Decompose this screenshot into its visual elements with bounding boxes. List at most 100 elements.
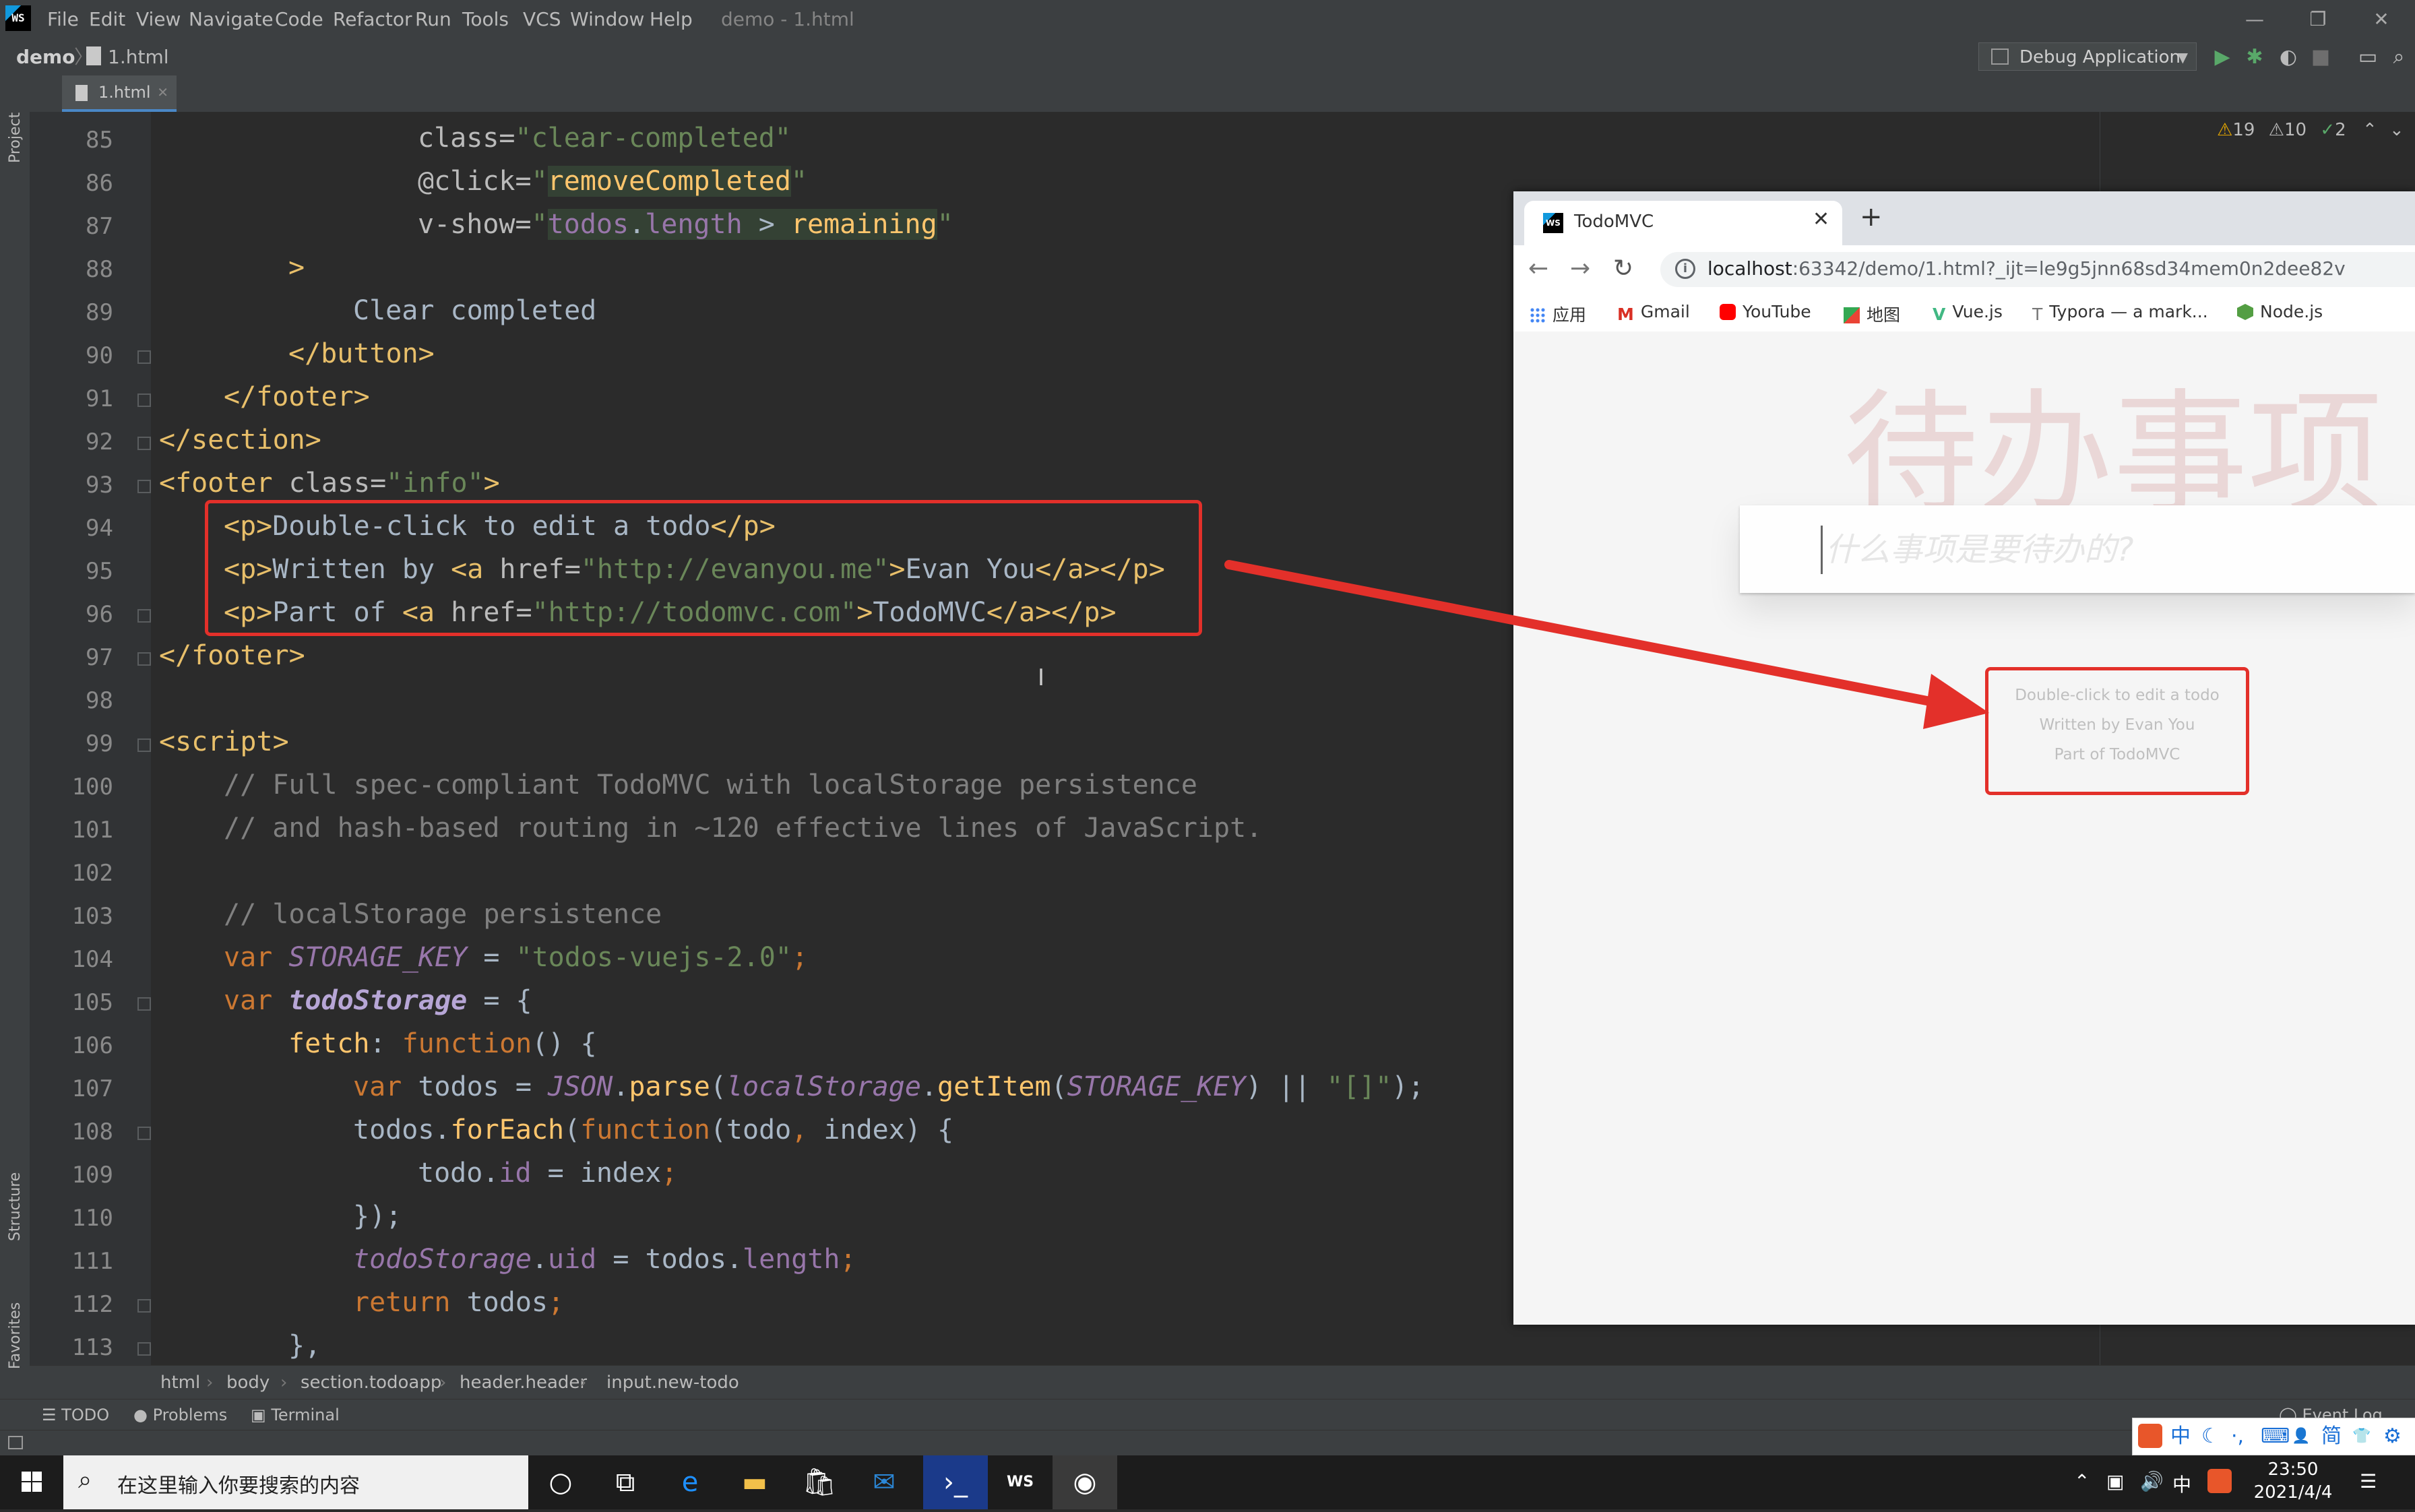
project-tool-tab[interactable]: Project [7,113,24,163]
browser-tab[interactable]: WS TodoMVC ✕ [1524,201,1842,245]
crumb-section[interactable]: section.todoapp [301,1366,441,1399]
webstorm-taskbar-icon[interactable]: WS [988,1455,1053,1509]
sogou-tray-icon[interactable] [2207,1469,2232,1493]
fold-marker-icon[interactable] [137,350,151,364]
terminal-tab[interactable]: ▣ Terminal [251,1399,340,1430]
menu-edit[interactable]: Edit [89,0,125,38]
address-bar[interactable]: i localhost:63342/demo/1.html?_ijt=le9g5… [1660,252,2415,287]
close-tab-icon[interactable]: ✕ [1813,208,1829,231]
stop-icon[interactable]: ■ [2307,44,2334,71]
taskbar-clock[interactable]: 23:50 2021/4/4 [2249,1458,2337,1504]
line-number: 99 [86,730,113,757]
network-icon[interactable]: ▣ [2106,1470,2124,1492]
sogou-icon[interactable] [2138,1424,2162,1448]
line-number: 90 [86,342,113,369]
crumb-header[interactable]: header.header [460,1366,587,1399]
ime-moon-icon[interactable]: ☾ [2201,1418,2220,1455]
powershell-icon[interactable]: ›_ [923,1455,988,1509]
chevron-up-icon[interactable]: ⌃ [2362,120,2377,140]
menu-vcs[interactable]: VCS [523,0,561,38]
skin-icon[interactable]: 👕 [2352,1418,2371,1455]
taskbar-search[interactable]: ⌕ 在这里输入你要搜索的内容 [63,1455,528,1509]
tray-lang-indicator[interactable]: 中 [2172,1470,2191,1497]
problems-tab[interactable]: ● Problems [133,1399,227,1430]
ime-chinese-mode[interactable]: 中 [2170,1418,2191,1455]
fold-marker-icon[interactable] [137,997,151,1011]
menu-navigate[interactable]: Navigate [189,0,274,38]
file-explorer-icon[interactable]: ▬ [722,1455,787,1509]
user-icon[interactable]: 👤 [2292,1418,2310,1455]
structure-tool-tab[interactable]: Structure [7,1172,24,1241]
tray-chevron-up-icon[interactable]: ⌃ [2074,1470,2090,1492]
ime-simplified-mode[interactable]: 简 [2321,1418,2342,1455]
fold-marker-icon[interactable] [137,609,151,623]
code-line: </section> [159,424,321,455]
debug-icon[interactable]: ✱ [2241,44,2268,71]
bookmark-gmail[interactable]: M Gmail [1617,302,1690,324]
reload-icon[interactable]: ↻ [1613,255,1633,282]
run-icon[interactable]: ▶ [2209,44,2236,71]
crumb-input[interactable]: input.new-todo [606,1366,739,1399]
chrome-taskbar-icon[interactable]: ◉ [1053,1455,1117,1509]
layout-icon[interactable]: ▭ [2354,44,2381,71]
fold-marker-icon[interactable] [137,1299,151,1313]
menu-help[interactable]: Help [650,0,693,38]
menu-refactor[interactable]: Refactor [333,0,412,38]
notification-icon[interactable]: ☰ [2360,1470,2377,1492]
coverage-icon[interactable]: ◐ [2275,44,2302,71]
maximize-icon[interactable]: ❐ [2291,0,2345,38]
config-icon [1991,49,2009,65]
bookmark-youtube[interactable]: YouTube [1720,302,1811,321]
fold-marker-icon[interactable] [137,393,151,407]
start-button[interactable] [0,1455,63,1509]
bookmark-vuejs[interactable]: V Vue.js [1933,302,2003,324]
layout-toggle-icon[interactable] [8,1436,23,1449]
fold-marker-icon[interactable] [137,652,151,666]
task-view-icon[interactable]: ⧉ [593,1455,658,1509]
line-number: 94 [86,515,113,542]
menu-run[interactable]: Run [415,0,451,38]
close-tab-icon[interactable]: ✕ [157,75,168,109]
menu-window[interactable]: Window [570,0,644,38]
new-todo-input[interactable] [1821,526,2406,574]
editor-tab-1html[interactable]: 1.html ✕ [62,75,177,112]
minimize-icon[interactable]: — [2228,0,2282,38]
keyboard-icon[interactable]: ⌨ [2261,1418,2290,1455]
forward-icon[interactable]: → [1570,255,1590,282]
chevron-down-icon[interactable]: ⌄ [2389,120,2404,140]
cortana-icon[interactable]: ○ [528,1455,593,1509]
mail-icon[interactable]: ✉ [852,1455,916,1509]
menu-code[interactable]: Code [275,0,323,38]
breadcrumb-project[interactable]: demo [16,38,75,75]
breadcrumb-file[interactable]: 1.html [108,38,169,75]
fold-marker-icon[interactable] [137,1342,151,1356]
run-config-selector[interactable]: Debug Application ▼ [1978,42,2197,71]
bookmark-nodejs[interactable]: Node.js [2237,302,2323,321]
volume-icon[interactable]: 🔊 [2140,1470,2164,1492]
crumb-body[interactable]: body [226,1366,270,1399]
menu-tools[interactable]: Tools [462,0,509,38]
bookmark-maps[interactable]: 地图 [1844,302,1900,326]
ime-settings-icon[interactable]: ⚙ [2383,1418,2402,1455]
info-icon[interactable]: i [1675,259,1695,279]
maps-icon [1844,307,1860,323]
fold-marker-icon[interactable] [137,738,151,752]
fold-marker-icon[interactable] [137,480,151,493]
fold-marker-icon[interactable] [137,1127,151,1140]
fold-marker-icon[interactable] [137,437,151,450]
new-tab-icon[interactable]: + [1860,203,1883,230]
edge-icon[interactable]: e [658,1455,722,1509]
bookmark-typora[interactable]: T Typora — a mark... [2032,302,2208,324]
todo-tab[interactable]: ☰ TODO [42,1399,109,1430]
menu-file[interactable]: File [47,0,79,38]
menu-view[interactable]: View [136,0,181,38]
back-icon[interactable]: ← [1528,255,1548,282]
store-icon[interactable]: 🛍 [787,1455,852,1509]
bookmark-apps[interactable]: 应用 [1530,302,1586,326]
inspection-widget[interactable]: ⚠19 ⚠10 ✓2 ⌃ ⌄ [2217,120,2404,140]
favorites-tool-tab[interactable]: Favorites [7,1302,24,1369]
crumb-html[interactable]: html [160,1366,200,1399]
ime-punct-icon[interactable]: ·, [2231,1418,2244,1455]
search-icon[interactable]: ⌕ [2385,44,2412,71]
close-window-icon[interactable]: ✕ [2354,0,2408,38]
